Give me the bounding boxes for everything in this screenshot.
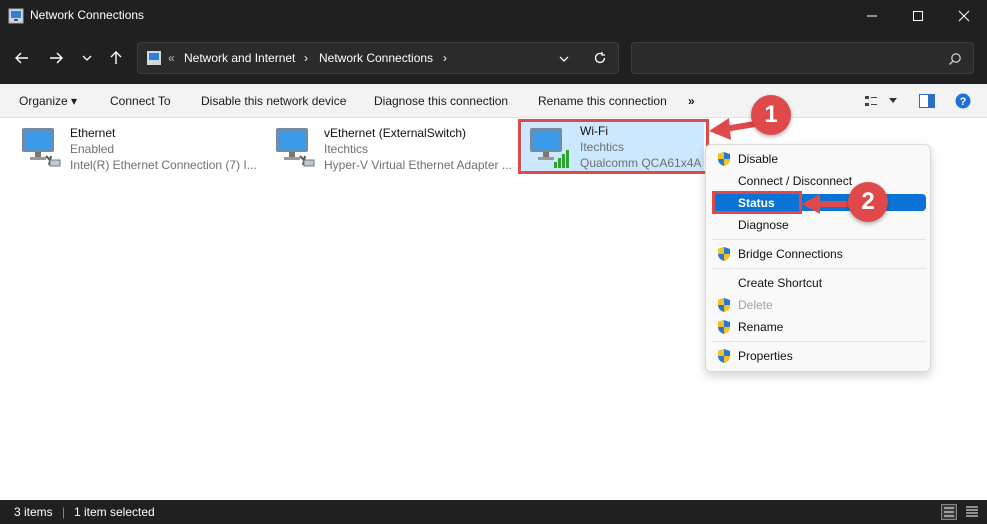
connection-status: Itechtics (324, 142, 369, 156)
chevron-down-icon[interactable] (558, 53, 570, 65)
annotation-highlight-wifi (518, 119, 709, 174)
selection-count: 1 item selected (74, 505, 155, 519)
chevron-down-icon[interactable] (888, 97, 898, 105)
menu-item-delete: Delete (712, 294, 926, 316)
navigation-bar: « Network and Internet › Network Connect… (0, 32, 987, 84)
change-view-icon[interactable] (864, 94, 878, 108)
search-input[interactable] (631, 42, 974, 74)
breadcrumb-separator[interactable]: › (443, 51, 447, 65)
menu-label: Connect / Disconnect (738, 174, 853, 188)
back-arrow-icon (15, 52, 28, 64)
up-arrow-icon (110, 51, 122, 64)
menu-item-properties[interactable]: Properties (712, 345, 926, 367)
breadcrumb-separator[interactable]: › (304, 51, 308, 65)
help-icon[interactable]: ? (955, 93, 971, 109)
menu-label: Bridge Connections (738, 247, 843, 261)
tiles-view-icon[interactable] (964, 504, 980, 520)
ethernet-adapter-icon (276, 128, 315, 167)
uac-shield-icon (718, 320, 730, 334)
menu-label: Diagnose (738, 218, 789, 232)
connection-device: Hyper-V Virtual Ethernet Adapter ... (324, 158, 512, 172)
breadcrumb-network-connections[interactable]: Network Connections (319, 51, 433, 65)
menu-item-create-shortcut[interactable]: Create Shortcut (712, 272, 926, 294)
connection-name: Ethernet (70, 126, 116, 140)
window-title: Network Connections (30, 8, 145, 22)
menu-item-disable[interactable]: Disable (712, 148, 926, 170)
menu-item-rename[interactable]: Rename (712, 316, 926, 338)
annotation-step-2: 2 (848, 182, 888, 222)
uac-shield-icon (718, 247, 730, 261)
up-button[interactable] (102, 44, 130, 72)
menu-item-connect-disconnect[interactable]: Connect / Disconnect (712, 170, 926, 192)
control-panel-icon (147, 51, 161, 65)
svg-text:?: ? (960, 96, 967, 108)
connection-status: Enabled (70, 142, 115, 156)
command-bar: Organize ▾ Connect To Disable this netwo… (0, 84, 987, 118)
connection-item-ethernet[interactable]: Ethernet Enabled Intel(R) Ethernet Conne… (18, 122, 263, 174)
menu-label: Delete (738, 298, 773, 312)
menu-label: Create Shortcut (738, 276, 823, 290)
forward-arrow-icon (50, 52, 63, 64)
address-bar[interactable]: « Network and Internet › Network Connect… (137, 42, 619, 74)
close-button[interactable] (941, 0, 987, 32)
disable-device-button[interactable]: Disable this network device (201, 94, 346, 108)
recent-chevron-icon (82, 55, 92, 61)
context-menu: Disable Connect / Disconnect Status Diag… (705, 144, 931, 372)
menu-label: Disable (738, 152, 779, 166)
menu-separator (712, 239, 926, 240)
breadcrumb-network-and-internet[interactable]: Network and Internet (184, 51, 295, 65)
diagnose-connection-button[interactable]: Diagnose this connection (374, 94, 508, 108)
network-connections-icon (8, 8, 24, 24)
connect-to-button[interactable]: Connect To (110, 94, 171, 108)
minimize-button[interactable] (849, 0, 895, 32)
connection-device: Intel(R) Ethernet Connection (7) I... (70, 158, 257, 172)
details-view-icon[interactable] (941, 504, 957, 520)
item-count: 3 items (14, 505, 53, 519)
menu-label: Rename (738, 320, 784, 334)
overflow-chevrons[interactable]: « (168, 51, 175, 65)
annotation-highlight-status (712, 191, 802, 214)
close-icon (958, 10, 970, 22)
uac-shield-icon (718, 152, 730, 166)
menu-separator (712, 341, 926, 342)
search-icon (949, 53, 961, 65)
maximize-icon (913, 11, 923, 21)
status-separator: | (62, 505, 66, 519)
status-bar: 3 items | 1 item selected (0, 500, 987, 524)
more-commands-button[interactable]: » (688, 94, 695, 108)
rename-connection-button[interactable]: Rename this connection (538, 94, 667, 108)
uac-shield-icon (718, 349, 730, 363)
title-bar: Network Connections (0, 0, 987, 32)
back-button[interactable] (8, 44, 36, 72)
menu-label: Properties (738, 349, 793, 363)
refresh-icon[interactable] (593, 51, 607, 65)
recent-locations-button[interactable] (73, 44, 101, 72)
menu-item-bridge-connections[interactable]: Bridge Connections (712, 243, 926, 265)
preview-pane-icon[interactable] (919, 94, 935, 108)
organize-button[interactable]: Organize ▾ (19, 94, 77, 108)
annotation-step-1: 1 (751, 95, 791, 135)
menu-separator (712, 268, 926, 269)
ethernet-adapter-icon (22, 128, 61, 167)
maximize-button[interactable] (895, 0, 941, 32)
forward-button[interactable] (42, 44, 70, 72)
connection-item-vethernet[interactable]: vEthernet (ExternalSwitch) Itechtics Hyp… (272, 122, 517, 174)
minimize-icon (867, 15, 877, 17)
uac-shield-icon (718, 298, 730, 312)
connection-name: vEthernet (ExternalSwitch) (324, 126, 467, 140)
